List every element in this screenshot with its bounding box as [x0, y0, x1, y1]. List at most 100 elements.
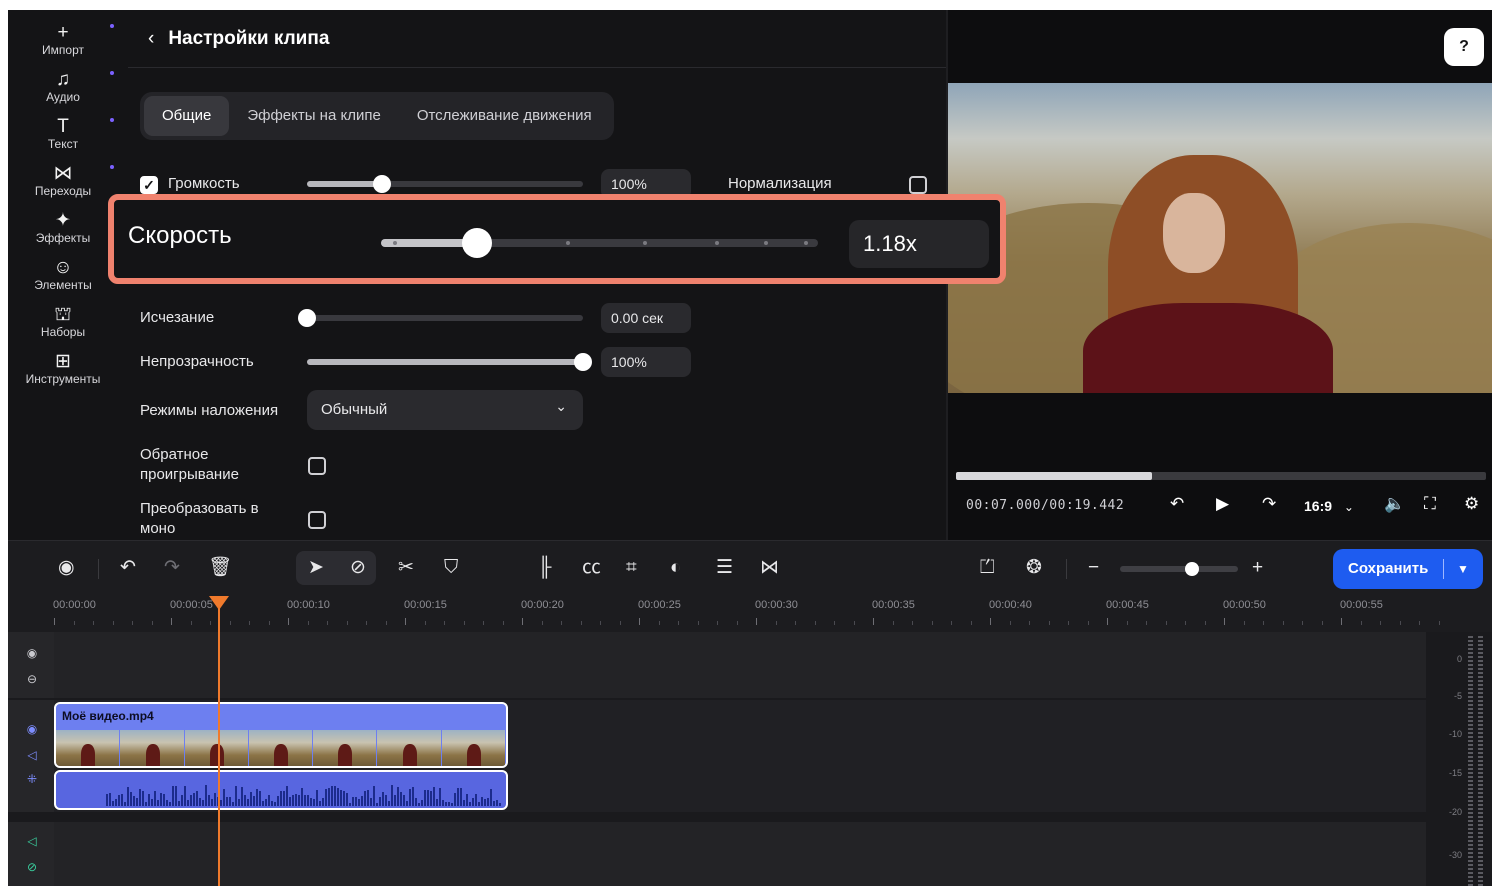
audio-split-icon[interactable]: ⏍ [980, 555, 994, 581]
waveform-bar [193, 793, 195, 806]
ruler-tick [639, 618, 640, 625]
audio-clip[interactable] [54, 770, 508, 810]
ruler-tick [931, 621, 933, 625]
zoom-out-icon[interactable]: − [1088, 555, 1099, 581]
cursor-icon[interactable]: ➤ [308, 555, 324, 581]
record-icon[interactable]: ◉ [58, 555, 75, 581]
volume-icon[interactable]: ◁ [22, 834, 42, 848]
rail-transitions[interactable]: ⋈ Переходы [8, 163, 118, 198]
tab-clip-effects[interactable]: Эффекты на клипе [229, 96, 398, 136]
volume-icon[interactable]: ◁ [22, 748, 42, 762]
aspect-ratio-select[interactable]: 16:9 ⌄ [1304, 498, 1354, 514]
fade-value[interactable]: 0.00 сек [601, 303, 691, 333]
save-button[interactable]: Сохранить ▼ [1333, 549, 1483, 589]
meter-bar-right [1478, 636, 1483, 886]
waveform-bar [424, 790, 426, 806]
link-icon[interactable]: ⊖ [22, 672, 42, 686]
volume-knob[interactable] [372, 175, 391, 193]
waveform-bar [358, 799, 360, 806]
speed-knob[interactable] [462, 228, 493, 258]
razor-icon[interactable]: ⊘ [350, 555, 366, 581]
left-rail: + Импорт ♫ Аудио T Текст ⋈ Переходы ✦ Эф… [8, 10, 118, 540]
tab-motion-tracking[interactable]: Отслеживание движения [399, 96, 610, 136]
track-body[interactable] [54, 632, 1426, 698]
ruler-tick [522, 618, 523, 625]
mono-checkbox[interactable] [308, 511, 326, 529]
waveform-bar [433, 787, 435, 806]
waveform-bar [439, 788, 441, 806]
help-icon[interactable]: ? [1444, 28, 1484, 66]
volume-checkbox[interactable]: ✓ [140, 176, 158, 194]
volume-icon[interactable]: 🔈 [1384, 494, 1405, 514]
zoom-knob[interactable] [1184, 562, 1199, 576]
play-icon[interactable]: ▶ [1216, 494, 1229, 514]
playhead[interactable] [218, 596, 220, 886]
ruler-tick [1380, 621, 1381, 625]
waveform-bar [325, 789, 327, 806]
waveform-bar [139, 788, 141, 806]
ruler-tick [1146, 621, 1147, 625]
waveform-bar [268, 794, 270, 806]
music-icon: ♫ [55, 69, 71, 90]
forward-icon[interactable]: ↷ [1262, 494, 1276, 514]
ruler-tick [795, 621, 796, 625]
opacity-knob[interactable] [574, 353, 592, 371]
waveform-bar [397, 787, 399, 806]
crop-icon[interactable]: ⌗ [626, 555, 637, 581]
ruler-tick [541, 621, 543, 625]
rail-effects[interactable]: ✦ Эффекты [8, 210, 118, 245]
track-body[interactable] [54, 822, 1426, 886]
tab-general[interactable]: Общие [144, 96, 230, 136]
rewind-icon[interactable]: ↶ [1170, 494, 1184, 514]
fade-knob[interactable] [298, 309, 316, 327]
reverse-checkbox[interactable] [308, 457, 326, 475]
rail-packs[interactable]: ⛫ Наборы [8, 304, 118, 339]
ruler-tick [93, 621, 94, 625]
gear-icon[interactable]: ⚙ [1464, 494, 1479, 514]
scissors-icon[interactable]: ✂ [398, 555, 414, 581]
opacity-value[interactable]: 100% [601, 347, 691, 377]
preview-progress[interactable] [956, 472, 1486, 480]
back-chevron-icon[interactable]: ‹ [148, 28, 154, 50]
zoom-in-icon[interactable]: + [1252, 555, 1263, 581]
chevron-down-icon[interactable]: ▼ [1457, 549, 1469, 589]
color-icon[interactable]: ◐ [670, 555, 681, 581]
rail-import[interactable]: + Импорт [8, 22, 118, 57]
preview-progress-fill [956, 472, 1153, 480]
eye-icon[interactable]: ◉ [22, 646, 42, 660]
trash-icon[interactable]: 🗑 [208, 555, 232, 581]
speed-slider[interactable] [381, 228, 818, 258]
waveform-bar [127, 787, 129, 806]
time-ruler[interactable]: 00:00:00 00:00:05 00:00:10 00:00:15 00:0… [8, 596, 1492, 632]
rail-elements[interactable]: ☺ Элементы [8, 257, 118, 292]
undo-icon[interactable]: ↶ [120, 555, 136, 581]
effects-icon[interactable]: ⁜ [22, 772, 42, 786]
fullscreen-icon[interactable]: ⛶ [1424, 494, 1436, 514]
redo-icon[interactable]: ↷ [164, 555, 180, 581]
ruler-tick [912, 621, 913, 625]
transition-icon[interactable]: ⋈ [760, 555, 779, 581]
video-clip[interactable]: Моё видео.mp4 [54, 702, 508, 768]
normalize-checkbox[interactable] [909, 176, 927, 194]
opacity-slider[interactable] [307, 353, 592, 371]
speed-value[interactable]: 1.18x [849, 220, 989, 268]
zoom-slider[interactable] [1120, 562, 1238, 576]
adjust-icon[interactable]: ☰ [716, 555, 733, 581]
waveform-bar [334, 786, 336, 806]
ruler-tick [1419, 621, 1420, 625]
unlink-icon[interactable]: ⊘ [22, 860, 42, 874]
rail-tools[interactable]: ⊞ Инструменты [8, 351, 118, 386]
blend-select[interactable]: Обычный ⌄ [307, 390, 583, 430]
split-audio-icon[interactable]: ╟ [538, 555, 551, 581]
fade-slider[interactable] [298, 309, 583, 327]
stabilize-icon[interactable]: ❂ [1026, 555, 1042, 581]
rail-audio[interactable]: ♫ Аудио [8, 69, 118, 104]
captions-icon[interactable]: ㏄ [582, 555, 601, 581]
waveform-bar [265, 798, 267, 806]
waveform-bar [190, 795, 192, 806]
volume-slider[interactable] [307, 175, 583, 193]
eye-icon[interactable]: ◉ [22, 722, 42, 736]
rail-text[interactable]: T Текст [8, 116, 118, 151]
waveform-bar [346, 793, 348, 806]
marker-icon[interactable]: ⛉ [444, 555, 458, 581]
